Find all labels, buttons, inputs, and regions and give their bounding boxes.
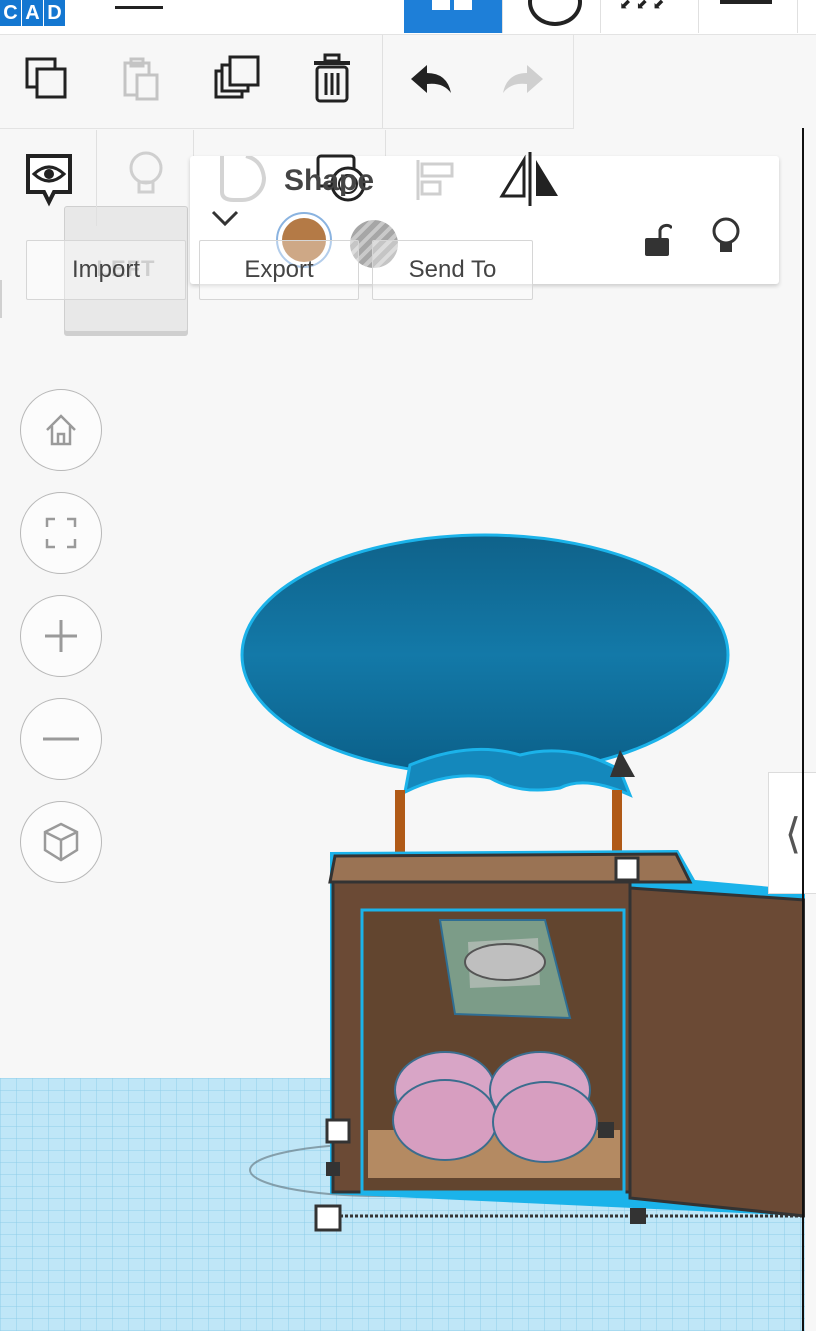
sim-view-icon[interactable]: ⬋ ⬋ ⬋ xyxy=(620,0,680,14)
mirror-icon[interactable] xyxy=(498,152,562,206)
app-top-bar: C A D ⬋ ⬋ ⬋ xyxy=(0,0,816,35)
fit-view-button[interactable] xyxy=(20,492,102,574)
logo-letter: A xyxy=(22,0,43,26)
chevron-left-icon: ⟨ xyxy=(784,809,802,857)
lock-icon[interactable] xyxy=(642,220,674,260)
balloon-shape[interactable] xyxy=(240,533,730,798)
logo-letter: D xyxy=(44,0,65,26)
delete-button[interactable] xyxy=(302,49,362,109)
blocks-view-icon[interactable] xyxy=(528,0,582,26)
lightbulb-icon[interactable] xyxy=(708,216,744,260)
inspector-title: Shape xyxy=(284,164,375,197)
resize-handle[interactable] xyxy=(314,1204,342,1232)
undo-icon xyxy=(411,65,451,93)
copy-icon xyxy=(25,57,67,99)
perspective-button[interactable] xyxy=(20,801,102,883)
logo-letter: C xyxy=(0,0,21,26)
solid-shape-icon[interactable] xyxy=(218,154,270,204)
plus-icon xyxy=(45,620,77,652)
document-icon[interactable] xyxy=(115,0,163,9)
menu-icon[interactable] xyxy=(720,0,772,4)
chevron-down-icon[interactable] xyxy=(210,208,240,230)
duplicate-icon xyxy=(214,55,260,99)
resize-handle[interactable] xyxy=(614,856,640,882)
resize-handle[interactable] xyxy=(326,1162,340,1176)
home-icon xyxy=(46,414,76,446)
home-view-button[interactable] xyxy=(20,389,102,471)
edit-toolbar xyxy=(0,35,574,129)
paste-icon xyxy=(123,57,159,101)
notes-button[interactable] xyxy=(124,150,168,200)
duplicate-button[interactable] xyxy=(208,49,268,109)
grid-view-button[interactable] xyxy=(404,0,502,33)
send-to-button[interactable]: Send To xyxy=(372,240,533,300)
resize-handle[interactable] xyxy=(598,1122,614,1138)
panel-divider xyxy=(802,128,804,1331)
redo-icon xyxy=(503,65,543,93)
minus-icon xyxy=(43,737,79,741)
paste-button[interactable] xyxy=(111,49,171,109)
cube-icon xyxy=(43,822,79,862)
zoom-in-button[interactable] xyxy=(20,595,102,677)
fullscreen-icon xyxy=(45,517,77,549)
cabinet-shape[interactable] xyxy=(328,850,805,1218)
export-button[interactable]: Export xyxy=(199,240,359,300)
lightbulb-icon xyxy=(129,151,163,194)
trash-icon xyxy=(314,53,350,103)
redo-button[interactable] xyxy=(494,49,554,109)
show-all-button[interactable] xyxy=(24,152,74,208)
copy-button[interactable] xyxy=(17,49,77,109)
import-button[interactable]: Import xyxy=(26,240,186,300)
align-icon[interactable] xyxy=(414,158,458,202)
resize-handle[interactable] xyxy=(325,1118,351,1144)
panel-collapse-button[interactable]: ⟨ xyxy=(768,772,816,894)
undo-button[interactable] xyxy=(400,49,460,109)
app-logo[interactable]: C A D xyxy=(0,0,66,26)
zoom-out-button[interactable] xyxy=(20,698,102,780)
resize-handle[interactable] xyxy=(630,1208,646,1224)
eye-icon xyxy=(26,154,72,207)
